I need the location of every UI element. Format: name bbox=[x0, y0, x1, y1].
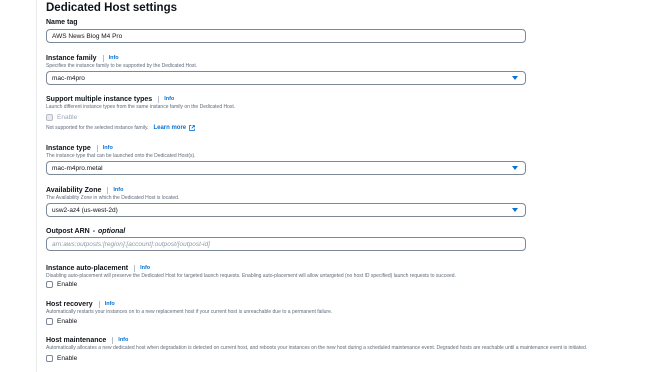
host-maintenance-label: Host maintenance bbox=[46, 337, 107, 344]
host-recovery-info-link[interactable]: Info bbox=[105, 300, 115, 309]
availability-zone-select[interactable]: usw2-az4 (us-west-2d) bbox=[46, 203, 526, 217]
caret-down-icon bbox=[512, 76, 518, 80]
instance-family-info-link[interactable]: Info bbox=[109, 54, 119, 63]
outpost-arn-field: Outpost ARN - optional arn:aws:outposts:… bbox=[46, 227, 666, 251]
external-link-icon bbox=[189, 125, 195, 131]
multiple-instance-types-description: Launch different instance types from the… bbox=[46, 104, 236, 110]
instance-family-select[interactable]: mac-m4pro bbox=[46, 71, 526, 85]
label-separator bbox=[107, 187, 109, 194]
multiple-instance-types-info-link[interactable]: Info bbox=[164, 95, 174, 104]
instance-auto-placement-checkbox[interactable] bbox=[46, 281, 53, 288]
host-maintenance-checkbox-label: Enable bbox=[57, 355, 78, 362]
instance-auto-placement-description: Disabling auto-placement will preserve t… bbox=[46, 273, 456, 279]
instance-auto-placement-checkbox-label: Enable bbox=[57, 281, 78, 288]
availability-zone-field: Availability Zone Info The Availability … bbox=[46, 186, 666, 217]
host-recovery-checkbox[interactable] bbox=[46, 318, 53, 325]
label-separator bbox=[134, 265, 136, 272]
host-maintenance-info-link[interactable]: Info bbox=[118, 336, 128, 345]
label-separator bbox=[112, 337, 114, 344]
name-tag-label: Name tag bbox=[46, 19, 78, 26]
host-maintenance-field: Host maintenance Info Automatically allo… bbox=[46, 336, 666, 362]
section-title: Dedicated Host settings bbox=[46, 2, 177, 14]
multiple-instance-types-checkbox-label: Enable bbox=[57, 114, 78, 121]
label-separator bbox=[102, 55, 104, 62]
container-divider bbox=[36, 0, 37, 372]
instance-auto-placement-label: Instance auto-placement bbox=[46, 265, 129, 272]
host-recovery-label: Host recovery bbox=[46, 301, 93, 308]
instance-type-description: The instance type that can be launched o… bbox=[46, 153, 196, 159]
label-separator bbox=[98, 301, 100, 308]
instance-type-info-link[interactable]: Info bbox=[103, 144, 113, 153]
host-recovery-field: Host recovery Info Automatically restart… bbox=[46, 300, 666, 325]
availability-zone-info-link[interactable]: Info bbox=[113, 186, 123, 195]
learn-more-link[interactable]: Learn more bbox=[153, 125, 186, 131]
outpost-arn-label: Outpost ARN bbox=[46, 228, 90, 235]
not-supported-note: Not supported for the selected instance … bbox=[46, 125, 149, 131]
multiple-instance-types-checkbox[interactable] bbox=[46, 114, 53, 121]
host-maintenance-description: Automatically allocates a new dedicated … bbox=[46, 345, 588, 351]
instance-family-label: Instance family bbox=[46, 55, 97, 62]
host-recovery-checkbox-label: Enable bbox=[57, 318, 78, 325]
optional-label: optional bbox=[98, 228, 126, 235]
availability-zone-label: Availability Zone bbox=[46, 187, 102, 194]
instance-auto-placement-field: Instance auto-placement Info Disabling a… bbox=[46, 264, 666, 288]
multiple-instance-types-label: Support multiple instance types bbox=[46, 96, 153, 103]
caret-down-icon bbox=[512, 166, 518, 170]
name-tag-input[interactable]: AWS News Blog M4 Pro bbox=[46, 29, 526, 43]
instance-type-select[interactable]: mac-m4pro.metal bbox=[46, 161, 526, 175]
host-recovery-description: Automatically restarts your instances on… bbox=[46, 309, 333, 315]
host-maintenance-checkbox[interactable] bbox=[46, 355, 53, 362]
label-separator bbox=[96, 145, 98, 152]
instance-type-label: Instance type bbox=[46, 145, 91, 152]
label-separator bbox=[158, 96, 160, 103]
outpost-arn-input[interactable]: arn:aws:outposts:[region]:[account]:outp… bbox=[46, 237, 526, 251]
availability-zone-description: The Availability Zone in which the Dedic… bbox=[46, 195, 180, 201]
instance-type-field: Instance type Info The instance type tha… bbox=[46, 144, 666, 175]
instance-family-field: Instance family Info Specifies the insta… bbox=[46, 54, 666, 85]
instance-auto-placement-info-link[interactable]: Info bbox=[140, 264, 150, 273]
instance-family-description: Specifies the instance family to be supp… bbox=[46, 63, 198, 69]
name-tag-field: Name tag AWS News Blog M4 Pro bbox=[46, 18, 666, 43]
caret-down-icon bbox=[512, 208, 518, 212]
multiple-instance-types-field: Support multiple instance types Info Lau… bbox=[46, 95, 666, 131]
